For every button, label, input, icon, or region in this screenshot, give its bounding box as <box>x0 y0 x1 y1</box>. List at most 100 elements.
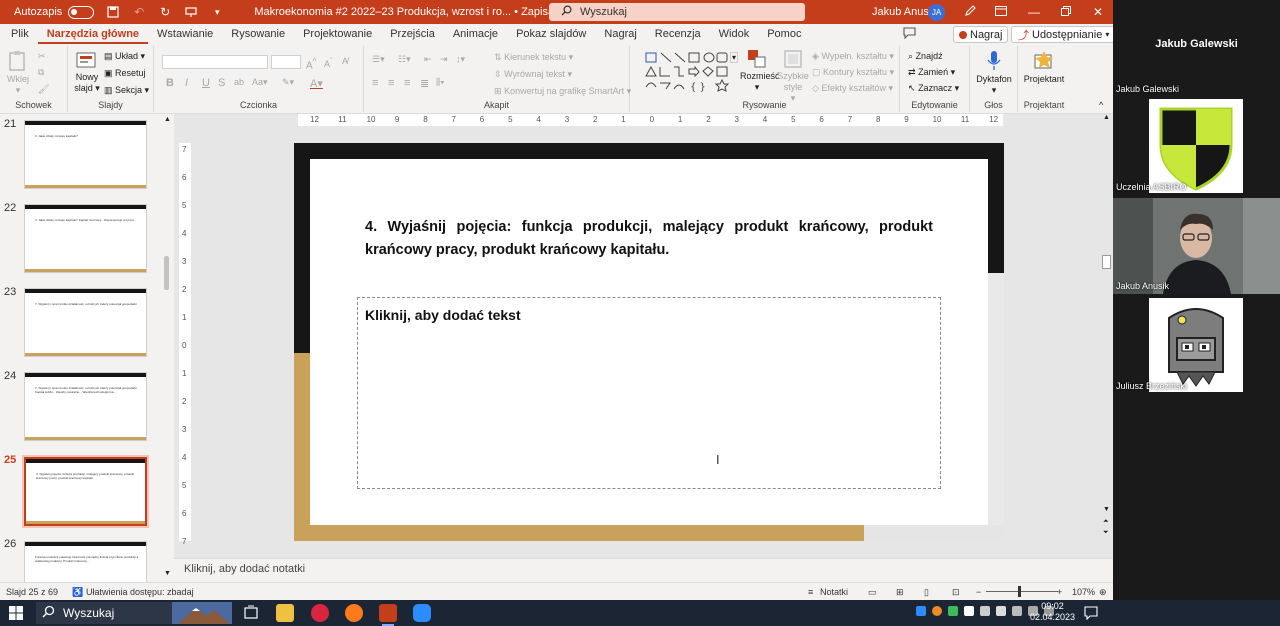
cut-icon[interactable]: ✂ <box>38 51 46 62</box>
reset-button[interactable]: ▣ Resetuj <box>104 68 146 79</box>
tray-app-icon[interactable] <box>948 606 958 616</box>
bullets-icon[interactable]: ☰▾ <box>372 54 385 65</box>
battery-icon[interactable] <box>980 606 990 616</box>
scroll-up-icon[interactable]: ▲ <box>164 116 171 123</box>
fit-slide-icon[interactable]: ⊕ <box>1099 587 1107 598</box>
smartart-button[interactable]: ⊞ Konwertuj na grafikę SmartArt ▾ <box>494 86 631 97</box>
tab-plik[interactable]: Plik <box>2 24 38 44</box>
user-avatar[interactable]: JA <box>928 4 945 21</box>
indent-increase-icon[interactable]: ⇥ <box>440 54 448 65</box>
slide-scrollbar[interactable]: ▲ ▼ ⏶ ⏷ <box>1101 114 1113 544</box>
undo-icon[interactable]: ↶ <box>132 5 146 19</box>
reading-view-icon[interactable]: ▯ <box>924 587 929 598</box>
text-direction-button[interactable]: ⇅ Kierunek tekstu ▾ <box>494 52 573 63</box>
participant-tile[interactable]: Uczelnia ASBIRO <box>1113 99 1280 195</box>
zoom-in-icon[interactable]: + <box>1057 587 1062 597</box>
slide-title[interactable]: 4. Wyjaśnij pojęcia: funkcja produkcji, … <box>365 216 933 262</box>
file-explorer-icon[interactable] <box>276 604 294 622</box>
previous-slide-icon[interactable]: ⏶ <box>1103 518 1109 526</box>
notes-button[interactable]: Notatki <box>820 587 848 597</box>
participant-tile[interactable]: Jakub Anusik <box>1113 198 1280 294</box>
opera-icon[interactable] <box>311 604 329 622</box>
shapes-more-icon[interactable]: ▾ <box>730 52 739 63</box>
zoom-tray-icon[interactable] <box>916 606 926 616</box>
shape-effects-button[interactable]: ◇ Efekty kształtów ▾ <box>812 83 893 94</box>
font-name-select[interactable] <box>162 55 268 69</box>
customize-toolbar-icon[interactable]: ▾ <box>210 5 224 19</box>
save-icon[interactable] <box>106 5 120 19</box>
comments-icon[interactable] <box>903 27 916 42</box>
record-button[interactable]: Nagraj <box>953 26 1009 43</box>
zoom-out-icon[interactable]: − <box>976 587 981 597</box>
tab-narzedzia-glowne[interactable]: Narzędzia główne <box>37 24 149 44</box>
format-painter-icon[interactable]: 🖌 <box>38 84 49 95</box>
change-case-icon[interactable]: Aa▾ <box>252 77 268 88</box>
tray-app-icon[interactable] <box>964 606 974 616</box>
justify-icon[interactable]: ≣ <box>420 77 429 90</box>
copy-icon[interactable]: ⧉ <box>38 67 44 78</box>
zoom-slider[interactable] <box>986 591 1058 592</box>
align-right-icon[interactable]: ≡ <box>404 77 410 89</box>
align-center-icon[interactable]: ≡ <box>388 77 394 89</box>
normal-view-icon[interactable]: ▭ <box>868 587 877 598</box>
slide-thumbnail[interactable]: 3. Jakie działy rozwoju kapitału? Kapita… <box>24 204 147 273</box>
scrollbar-thumb[interactable] <box>1102 255 1111 269</box>
select-button[interactable]: ↖ Zaznacz ▾ <box>908 83 959 94</box>
minimize-icon[interactable]: — <box>1026 4 1042 20</box>
redo-icon[interactable]: ↻ <box>158 5 172 19</box>
scroll-up-icon[interactable]: ▲ <box>1103 114 1110 121</box>
find-button[interactable]: ⌕ Znajdź <box>908 51 943 62</box>
notification-icon[interactable] <box>1084 606 1098 620</box>
participant-tile[interactable]: Juliusz Brzeziński <box>1113 298 1280 394</box>
taskbar-clock[interactable]: 09:02 02.04.2023 <box>1030 601 1075 623</box>
zoom-slider-thumb[interactable] <box>1018 586 1021 597</box>
italic-button[interactable]: I <box>185 77 188 89</box>
tab-pomoc[interactable]: Pomoc <box>758 24 810 44</box>
zoom-level[interactable]: 107% <box>1072 587 1095 597</box>
slideshow-icon[interactable]: ⊡ <box>952 587 960 598</box>
section-button[interactable]: ▥ Sekcja ▾ <box>104 85 149 96</box>
windows-start-icon[interactable] <box>8 605 24 621</box>
title-search-box[interactable]: Wyszukaj <box>549 3 805 21</box>
shape-outline-button[interactable]: ▢ Kontury kształtu ▾ <box>812 67 894 78</box>
autosave-toggle[interactable] <box>68 5 95 19</box>
pen-icon[interactable] <box>962 4 978 20</box>
align-left-icon[interactable]: ≡ <box>372 77 378 89</box>
dictate-button[interactable]: Dyktafon ▾ <box>974 50 1014 96</box>
tab-rysowanie[interactable]: Rysowanie <box>222 24 294 44</box>
slide-sorter-icon[interactable]: ⊞ <box>896 587 904 598</box>
pen-tray-icon[interactable] <box>1012 606 1022 616</box>
layout-button[interactable]: ▤ Układ ▾ <box>104 51 145 62</box>
designer-button[interactable]: Projektant <box>1022 50 1066 85</box>
underline-button[interactable]: U <box>202 77 210 89</box>
quick-styles-button[interactable]: Szybkie style ▾ <box>776 49 810 104</box>
slide-thumbnail[interactable]: Funkcja produkcji pokazuje zależność pom… <box>24 541 147 582</box>
next-slide-icon[interactable]: ⏷ <box>1103 529 1109 537</box>
clear-format-icon[interactable]: A̸ <box>342 56 348 66</box>
thumbnails-scrollbar[interactable]: ▲ ▼ <box>162 116 172 582</box>
collapse-ribbon-icon[interactable]: ^ <box>1099 100 1103 110</box>
char-spacing-icon[interactable]: ab <box>234 77 244 87</box>
indent-decrease-icon[interactable]: ⇤ <box>424 54 432 65</box>
paste-button[interactable]: Wklej ▾ <box>4 50 32 96</box>
replace-button[interactable]: ⇄ Zamień ▾ <box>908 67 955 78</box>
slide-thumbnail[interactable]: 7. Wyjaśnij i opisz krótko działalność, … <box>24 372 147 441</box>
shape-fill-button[interactable]: ◈ Wypełn. kształtu ▾ <box>812 51 894 62</box>
present-icon[interactable] <box>184 5 198 19</box>
wifi-icon[interactable] <box>996 606 1006 616</box>
decrease-font-icon[interactable]: Aˇ <box>324 56 333 69</box>
arrange-button[interactable]: Rozmieść ▾ <box>740 49 780 93</box>
firefox-icon[interactable] <box>345 604 363 622</box>
tray-app-icon[interactable] <box>932 606 942 616</box>
tab-animacje[interactable]: Animacje <box>444 24 507 44</box>
restore-icon[interactable] <box>1058 4 1074 20</box>
slide-thumbnail-selected[interactable]: 4. Wyjaśnij pojęcia: funkcja produkcji, … <box>22 455 149 528</box>
taskbar-search-box[interactable]: Wyszukaj <box>36 602 232 624</box>
columns-icon[interactable]: ⫼▾ <box>436 77 445 88</box>
notes-pane[interactable]: Kliknij, aby dodać notatki <box>174 558 1113 582</box>
slide-thumbnail[interactable]: 3. Jakie działy rozwoju kapitału? <box>24 120 147 189</box>
scrollbar-thumb[interactable] <box>164 256 169 290</box>
scroll-down-icon[interactable]: ▼ <box>1103 506 1110 513</box>
shapes-gallery-icon[interactable]: { } <box>644 51 740 93</box>
font-size-select[interactable] <box>271 55 301 69</box>
